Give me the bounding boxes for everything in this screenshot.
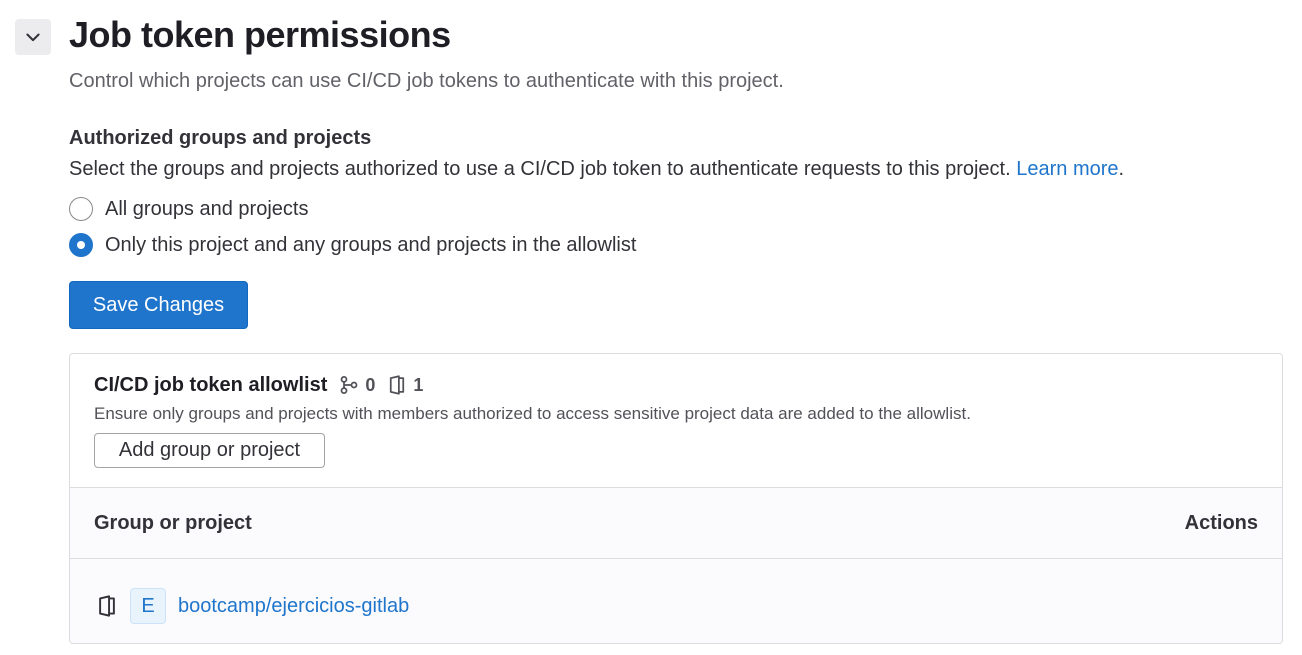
radio-label-all: All groups and projects <box>105 198 309 220</box>
table-row: E bootcamp/ejercicios-gitlab <box>70 559 1282 643</box>
column-header-actions: Actions <box>1184 512 1258 534</box>
radio-all-groups[interactable]: All groups and projects <box>69 197 308 221</box>
authorized-description: Select the groups and projects authorize… <box>69 157 1124 181</box>
page-title: Job token permissions <box>69 14 451 55</box>
project-link[interactable]: bootcamp/ejercicios-gitlab <box>178 594 409 618</box>
radio-label-allowlist: Only this project and any groups and pro… <box>105 234 637 256</box>
description-period: . <box>1118 158 1125 180</box>
project-icon <box>99 595 115 617</box>
allowlist-table-header: Group or project Actions <box>70 487 1282 559</box>
page-description: Control which projects can use CI/CD job… <box>69 70 784 92</box>
chevron-down-icon <box>26 33 40 42</box>
authorized-description-text: Select the groups and projects authorize… <box>69 158 1011 180</box>
radio-button-allowlist[interactable] <box>69 233 93 257</box>
authorized-heading: Authorized groups and projects <box>69 127 372 149</box>
group-count: 0 <box>339 375 375 396</box>
allowlist-card-header: CI/CD job token allowlist 0 1 Ensure onl… <box>70 354 1282 487</box>
save-changes-button[interactable]: Save Changes <box>69 281 248 329</box>
group-count-value: 0 <box>365 374 376 395</box>
column-header-group-or-project: Group or project <box>94 512 252 534</box>
allowlist-title: CI/CD job token allowlist <box>94 373 328 396</box>
project-count: 1 <box>387 375 423 396</box>
allowlist-description: Ensure only groups and projects with mem… <box>94 404 971 423</box>
learn-more-link[interactable]: Learn more <box>1016 158 1118 180</box>
allowlist-title-row: CI/CD job token allowlist 0 1 <box>94 372 423 398</box>
add-group-or-project-button[interactable]: Add group or project <box>94 433 325 468</box>
radio-allowlist-only[interactable]: Only this project and any groups and pro… <box>69 233 636 257</box>
avatar: E <box>130 588 166 624</box>
allowlist-card: CI/CD job token allowlist 0 1 Ensure onl… <box>69 353 1283 644</box>
group-icon <box>340 376 358 394</box>
collapse-section-button[interactable] <box>15 19 51 55</box>
radio-button-all[interactable] <box>69 197 93 221</box>
project-icon <box>390 375 405 395</box>
project-count-value: 1 <box>413 374 424 395</box>
